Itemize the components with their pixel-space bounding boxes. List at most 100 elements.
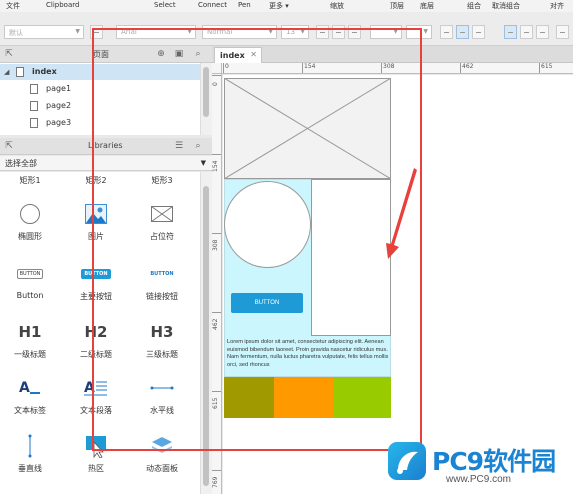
widget-image[interactable]: 图片: [66, 194, 126, 250]
collapse-icon[interactable]: ⇱: [4, 49, 14, 59]
annotation-arrow-icon: [386, 168, 417, 259]
style-edit-button[interactable]: [90, 25, 103, 39]
menu-zoom[interactable]: 缩放: [330, 1, 344, 11]
widget-placeholder[interactable]: 占位符: [132, 194, 192, 250]
menu-group[interactable]: 组合: [467, 1, 481, 11]
canvas-rectangle[interactable]: [311, 179, 391, 336]
widget-hotspot[interactable]: 热区: [66, 426, 126, 482]
widget-horizontal-line[interactable]: 水平线: [132, 368, 192, 424]
pages-tree: ◢ index page1 page2 page3: [0, 63, 200, 135]
pages-scrollbar[interactable]: [200, 63, 212, 135]
align-center-button[interactable]: [456, 25, 469, 39]
valign-middle-button[interactable]: [520, 25, 533, 39]
ellipse-icon: [17, 202, 43, 226]
canvas-paragraph[interactable]: Lorem ipsum dolor sit amet, consectetur …: [227, 339, 389, 375]
canvas-orange-block[interactable]: [274, 377, 333, 418]
menu-icon[interactable]: ☰: [174, 141, 184, 151]
italic-button[interactable]: [332, 25, 345, 39]
pages-panel-title: 页面: [93, 50, 109, 59]
ruler-tick: [212, 154, 221, 155]
widget-paragraph[interactable]: A 文本段落: [66, 368, 126, 424]
page-tree-item[interactable]: page3: [0, 115, 200, 131]
valign-top-button[interactable]: [504, 25, 517, 39]
widget-h1[interactable]: H1 一级标题: [0, 312, 60, 368]
menu-select[interactable]: Select: [154, 1, 176, 9]
widget-primary-button[interactable]: BUTTON 主要按钮: [66, 254, 126, 310]
bold-button[interactable]: [316, 25, 329, 39]
font-select[interactable]: Arial ▼: [116, 25, 196, 39]
vertical-ruler: 0 154 308 462 615 769: [212, 74, 222, 494]
brand-url: www.PC9.com: [446, 474, 512, 485]
library-scrollbar[interactable]: [200, 172, 212, 494]
close-icon[interactable]: ✕: [250, 50, 257, 59]
ruler-tick: [381, 63, 382, 73]
page-tree-item-label: page1: [46, 84, 72, 93]
widget-ellipse[interactable]: 椭圆形: [0, 194, 60, 250]
menu-connect[interactable]: Connect: [198, 1, 227, 9]
font-size-select[interactable]: 13 ▼: [281, 25, 309, 39]
align-left-button[interactable]: [440, 25, 453, 39]
widget-vertical-line[interactable]: 垂直线: [0, 426, 60, 482]
canvas-lime-block[interactable]: [333, 377, 391, 418]
ruler-tick: [212, 391, 221, 392]
underline-button[interactable]: [348, 25, 361, 39]
widget-button[interactable]: BUTTON Button: [0, 254, 60, 310]
tab-index[interactable]: index ✕: [214, 47, 262, 63]
fill-color-select[interactable]: ▼: [406, 25, 432, 39]
menu-pen[interactable]: Pen: [238, 1, 251, 9]
page-tree-root[interactable]: ◢ index: [0, 64, 200, 80]
canvas-button[interactable]: BUTTON: [231, 293, 303, 313]
ruler-tick: [212, 75, 221, 76]
ruler-label: 0: [225, 63, 229, 70]
collapse-icon[interactable]: ⇱: [4, 141, 14, 151]
font-weight-select[interactable]: Normal ▼: [202, 25, 277, 39]
widget-label: 动态面板: [146, 464, 178, 473]
widget-label: Button: [16, 291, 44, 300]
ruler-label: 615: [541, 63, 553, 70]
widget-h2[interactable]: H2 二级标题: [66, 312, 126, 368]
widget-h3[interactable]: H3 三级标题: [132, 312, 192, 368]
canvas-placeholder[interactable]: [224, 78, 391, 179]
align-right-button[interactable]: [472, 25, 485, 39]
widget-label: 三级标题: [146, 350, 178, 359]
expand-triangle-icon[interactable]: ◢: [4, 64, 9, 80]
pages-panel-header: ⇱ 页面 ⊕ ▣ ⌕: [0, 46, 212, 63]
widget-dynamic-panel[interactable]: 动态面板: [132, 426, 192, 482]
libraries-panel-title: Libraries: [88, 141, 123, 150]
page-icon: [30, 101, 38, 111]
page-tree-item[interactable]: page1: [0, 81, 200, 97]
line-style-button[interactable]: [556, 25, 569, 39]
search-icon[interactable]: ⌕: [193, 49, 203, 59]
menu-align[interactable]: 对齐: [550, 1, 564, 11]
format-toolbar: 默认 ▼ Arial ▼ Normal ▼ 13 ▼ ▼ ▼: [0, 12, 573, 46]
widget-link-button[interactable]: BUTTON 链接按钮: [132, 254, 192, 310]
widget-text-label[interactable]: A 文本标签: [0, 368, 60, 424]
scrollbar-thumb[interactable]: [203, 67, 209, 117]
page-tree-item[interactable]: page2: [0, 98, 200, 114]
search-icon[interactable]: ⌕: [193, 141, 203, 151]
menu-bring-front[interactable]: 顶层: [390, 1, 404, 11]
canvas-olive-block[interactable]: [224, 377, 274, 418]
design-canvas[interactable]: BUTTON Lorem ipsum dolor sit amet, conse…: [223, 75, 573, 494]
ruler-label: 0: [212, 82, 219, 86]
menu-file[interactable]: 文件: [6, 1, 20, 11]
widget-label: 矩形2: [85, 176, 107, 185]
h3-icon: H3: [150, 323, 174, 341]
menu-ungroup[interactable]: 取消组合: [492, 1, 520, 11]
add-page-icon[interactable]: ⊕: [156, 49, 166, 59]
style-select[interactable]: 默认 ▼: [4, 25, 84, 39]
library-select[interactable]: 选择全部 ▼: [0, 156, 212, 171]
menu-more[interactable]: 更多 ▾: [269, 1, 289, 11]
widget-label: 二级标题: [80, 350, 112, 359]
font-color-select[interactable]: ▼: [370, 25, 402, 39]
widget-label: 主要按钮: [80, 292, 112, 301]
page-icon: [16, 67, 24, 77]
menu-send-back[interactable]: 底层: [420, 1, 434, 11]
dynamic-panel-icon: [149, 434, 175, 458]
valign-bottom-button[interactable]: [536, 25, 549, 39]
menu-clipboard[interactable]: Clipboard: [46, 1, 79, 9]
text-label-icon: A: [17, 376, 43, 400]
canvas-ellipse[interactable]: [224, 181, 311, 268]
add-folder-icon[interactable]: ▣: [174, 49, 184, 59]
scrollbar-thumb[interactable]: [203, 186, 209, 486]
